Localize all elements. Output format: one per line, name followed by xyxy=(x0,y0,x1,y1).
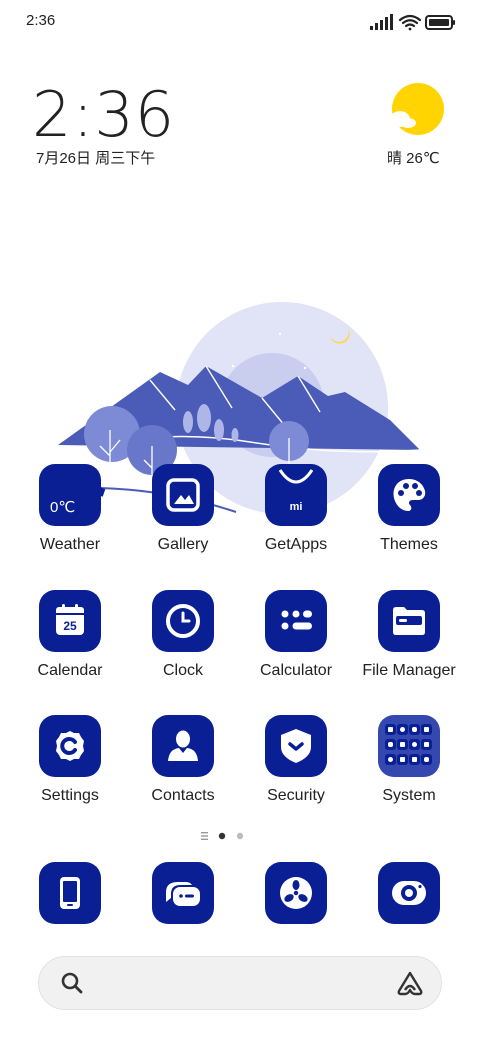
camera-icon[interactable] xyxy=(378,862,440,924)
weather-tile-temp: 0℃ xyxy=(50,499,76,516)
assistant-icon[interactable] xyxy=(395,969,425,997)
app-calendar[interactable]: 25 Calendar xyxy=(14,590,126,680)
app-system-folder[interactable]: System xyxy=(353,715,465,805)
app-label: Themes xyxy=(380,536,438,553)
gallery-icon[interactable] xyxy=(152,464,214,526)
app-label: System xyxy=(382,787,436,804)
app-label: GetApps xyxy=(264,536,328,553)
app-label: Security xyxy=(267,787,325,804)
app-calculator[interactable]: Calculator xyxy=(240,590,352,680)
weather-app-icon[interactable]: 0℃ xyxy=(39,464,101,526)
app-label: Gallery xyxy=(157,536,209,553)
browser-icon[interactable] xyxy=(265,862,327,924)
dock-camera[interactable] xyxy=(353,862,465,924)
app-label: File Manager xyxy=(362,662,456,679)
dock-messages[interactable] xyxy=(127,862,239,924)
status-time: 2:36 xyxy=(26,12,56,29)
app-themes[interactable]: Themes xyxy=(353,464,465,554)
signal-icon xyxy=(370,14,393,30)
app-weather[interactable]: 0℃ Weather xyxy=(14,464,126,554)
calendar-day-text: 25 xyxy=(63,619,77,633)
page-dot-active xyxy=(218,832,226,840)
getapps-icon[interactable]: mi xyxy=(265,464,327,526)
app-file-manager[interactable]: File Manager xyxy=(353,590,465,680)
wifi-icon xyxy=(398,14,422,31)
clock-icon[interactable] xyxy=(152,590,214,652)
dock-browser[interactable] xyxy=(240,862,352,924)
palette-icon[interactable] xyxy=(378,464,440,526)
weather-widget-text: 晴 26℃ xyxy=(387,150,440,167)
calendar-icon[interactable]: 25 xyxy=(39,590,101,652)
contact-person-icon[interactable] xyxy=(152,715,214,777)
search-icon[interactable] xyxy=(59,970,85,996)
app-gallery[interactable]: Gallery xyxy=(127,464,239,554)
battery-icon xyxy=(425,15,455,30)
app-label: Calculator xyxy=(259,662,333,679)
messages-icon[interactable] xyxy=(152,862,214,924)
clock-widget-date: 7月26日 周三下午 xyxy=(36,150,156,167)
phone-icon[interactable] xyxy=(39,862,101,924)
folder-icon[interactable] xyxy=(378,590,440,652)
app-label: Clock xyxy=(162,662,203,679)
app-contacts[interactable]: Contacts xyxy=(127,715,239,805)
system-folder-icon[interactable] xyxy=(378,715,440,777)
search-bar[interactable] xyxy=(38,956,442,1010)
app-getapps[interactable]: mi GetApps xyxy=(240,464,352,554)
app-label: Calendar xyxy=(37,662,103,679)
app-label: Contacts xyxy=(151,787,215,804)
app-label: Weather xyxy=(39,536,101,553)
status-bar: 2:36 xyxy=(0,0,480,40)
settings-gear-icon[interactable] xyxy=(39,715,101,777)
app-label: Settings xyxy=(41,787,99,804)
page-list-icon xyxy=(201,832,208,840)
app-security[interactable]: Security xyxy=(240,715,352,805)
dock-phone[interactable] xyxy=(14,862,126,924)
status-icons xyxy=(370,14,455,31)
page-indicator[interactable] xyxy=(201,830,247,842)
app-clock[interactable]: Clock xyxy=(127,590,239,680)
clock-widget-time[interactable]: 2:36 xyxy=(32,78,175,151)
sun-cloud-icon[interactable] xyxy=(388,82,446,138)
calculator-icon[interactable] xyxy=(265,590,327,652)
getapps-mi-text: mi xyxy=(290,501,303,513)
shield-icon[interactable] xyxy=(265,715,327,777)
app-settings[interactable]: Settings xyxy=(14,715,126,805)
page-dot xyxy=(236,832,244,840)
